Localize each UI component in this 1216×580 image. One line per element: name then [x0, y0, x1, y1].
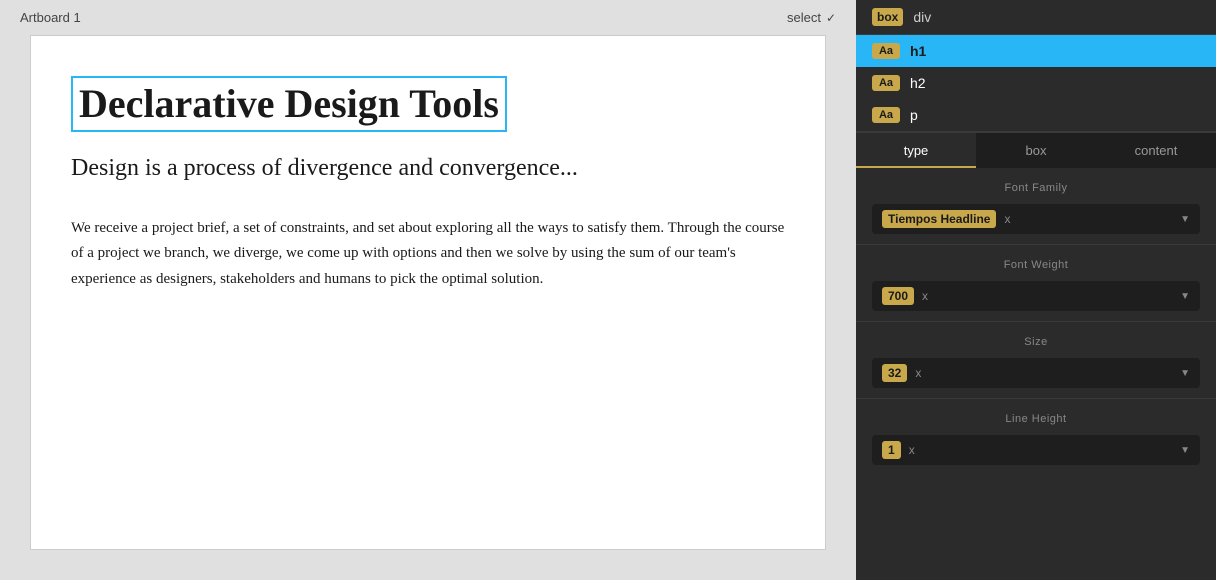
h1-label: h1 [910, 43, 926, 59]
h2-label: h2 [910, 75, 926, 91]
font-weight-section: Font Weight 700 x ▼ [856, 245, 1216, 321]
body-paragraph[interactable]: We receive a project brief, a set of con… [71, 216, 785, 293]
font-family-control[interactable]: Tiempos Headline x ▼ [872, 204, 1200, 234]
canvas-area: Artboard 1 select ✓ Declarative Design T… [0, 0, 856, 580]
font-family-chevron[interactable]: ▼ [1180, 214, 1190, 225]
font-family-label: Font Family [872, 182, 1200, 194]
right-panel: box div Aa h1 Aa h2 Aa p type box conten… [856, 0, 1216, 580]
size-control[interactable]: 32 x ▼ [872, 358, 1200, 388]
tab-bar: type box content [856, 132, 1216, 168]
select-checkmark: ✓ [826, 11, 836, 25]
tab-box[interactable]: box [976, 133, 1096, 168]
line-height-control[interactable]: 1 x ▼ [872, 435, 1200, 465]
font-weight-control[interactable]: 700 x ▼ [872, 281, 1200, 311]
size-label: Size [872, 336, 1200, 348]
font-weight-label: Font Weight [872, 259, 1200, 271]
font-family-section: Font Family Tiempos Headline x ▼ [856, 168, 1216, 244]
size-section: Size 32 x ▼ [856, 322, 1216, 398]
div-row: box div [856, 0, 1216, 34]
div-label: div [913, 9, 931, 25]
tab-content[interactable]: content [1096, 133, 1216, 168]
artboard: Declarative Design Tools Design is a pro… [30, 35, 826, 550]
size-chevron[interactable]: ▼ [1180, 368, 1190, 379]
p-label: p [910, 107, 918, 123]
select-label: select [787, 10, 821, 25]
h1-heading[interactable]: Declarative Design Tools [71, 76, 507, 132]
line-height-chevron[interactable]: ▼ [1180, 445, 1190, 456]
h2-subheading[interactable]: Design is a process of divergence and co… [71, 152, 785, 186]
select-control[interactable]: select ✓ [787, 10, 836, 25]
font-weight-chevron[interactable]: ▼ [1180, 291, 1190, 302]
p-badge: Aa [872, 107, 900, 123]
line-height-x[interactable]: x [907, 443, 917, 457]
properties-panel: Font Family Tiempos Headline x ▼ Font We… [856, 168, 1216, 580]
font-family-x[interactable]: x [1002, 212, 1012, 226]
line-height-label: Line Height [872, 413, 1200, 425]
line-height-tag: 1 [882, 441, 901, 459]
h2-badge: Aa [872, 75, 900, 91]
element-row-p[interactable]: Aa p [856, 99, 1216, 131]
font-weight-x[interactable]: x [920, 289, 930, 303]
div-badge: box [872, 8, 903, 26]
font-weight-tag: 700 [882, 287, 914, 305]
line-height-section: Line Height 1 x ▼ [856, 399, 1216, 475]
artboard-label: Artboard 1 [20, 10, 81, 25]
size-x[interactable]: x [913, 366, 923, 380]
font-family-tag: Tiempos Headline [882, 210, 996, 228]
element-list: Aa h1 Aa h2 Aa p [856, 35, 1216, 131]
tab-type[interactable]: type [856, 133, 976, 168]
canvas-toolbar: Artboard 1 select ✓ [0, 0, 856, 35]
element-row-h2[interactable]: Aa h2 [856, 67, 1216, 99]
element-row-h1[interactable]: Aa h1 [856, 35, 1216, 67]
size-tag: 32 [882, 364, 907, 382]
h1-badge: Aa [872, 43, 900, 59]
